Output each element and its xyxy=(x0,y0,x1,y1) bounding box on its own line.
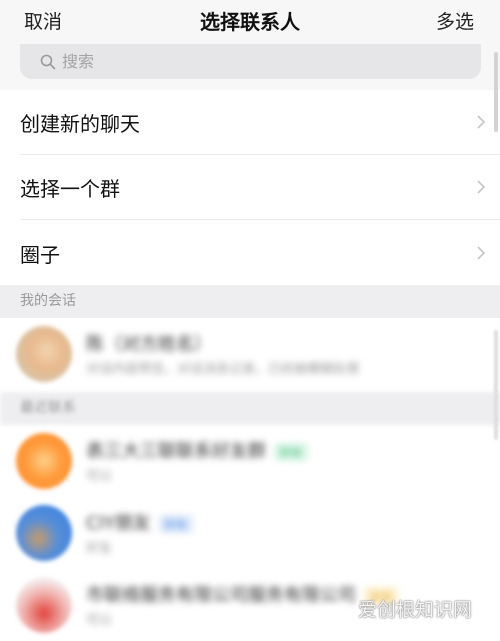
chevron-right-icon xyxy=(477,246,486,260)
search-box[interactable] xyxy=(20,44,481,79)
section-title-my-chats: 我的会话 xyxy=(0,285,500,318)
select-group-item[interactable]: 选择一个群 xyxy=(20,155,500,220)
contact-name: 市联络服务有限公司服务有限公司 企业 xyxy=(86,581,398,607)
scrollbar[interactable] xyxy=(494,52,498,132)
avatar xyxy=(16,433,72,489)
section-title-recent: 最近联系 xyxy=(0,392,500,425)
menu-item-label: 选择一个群 xyxy=(20,176,120,201)
chevron-right-icon xyxy=(477,180,486,194)
friend-tag: 好友 xyxy=(158,515,193,533)
nav-header: 取消 选择联系人 多选 xyxy=(0,0,500,45)
multi-select-button[interactable]: 多选 xyxy=(436,7,474,34)
chevron-right-icon xyxy=(477,115,486,129)
contact-name: 陈（对方姓名） xyxy=(86,334,212,355)
search-icon xyxy=(40,54,56,69)
friend-tag: 好友 xyxy=(274,443,308,461)
search-area xyxy=(0,44,500,90)
contact-name: CIY朋友 好友 xyxy=(86,509,193,535)
action-menu: 创建新的聊天 选择一个群 圈子 xyxy=(0,90,500,286)
menu-item-label: 圈子 xyxy=(20,242,60,267)
avatar xyxy=(16,505,72,561)
contact-preview: 可以 xyxy=(86,469,113,484)
page-title: 选择联系人 xyxy=(200,10,300,34)
menu-item-label: 创建新的聊天 xyxy=(20,111,140,136)
contact-preview: 好友 xyxy=(86,541,113,556)
contact-row[interactable]: 表三大三联联系好友群 好友 可以 xyxy=(0,425,500,497)
watermark-text: 爱创根知识网 xyxy=(357,599,472,621)
avatar xyxy=(16,326,72,382)
avatar xyxy=(16,577,72,633)
circles-item[interactable]: 圈子 xyxy=(20,220,500,286)
scrollbar-thumb[interactable] xyxy=(494,330,498,440)
contact-name: 表三大三联联系好友群 好友 xyxy=(86,437,308,463)
search-input[interactable] xyxy=(62,52,422,71)
contact-row[interactable]: 陈（对方姓名） 对话内容预览，对话消息记录，已经被模糊处理 xyxy=(0,318,500,390)
contact-preview: 对话内容预览，对话消息记录，已经被模糊处理 xyxy=(86,362,360,377)
contact-row[interactable]: CIY朋友 好友 好友 xyxy=(0,497,500,569)
contact-preview: 可以 xyxy=(86,613,113,628)
create-new-chat-item[interactable]: 创建新的聊天 xyxy=(20,90,500,155)
